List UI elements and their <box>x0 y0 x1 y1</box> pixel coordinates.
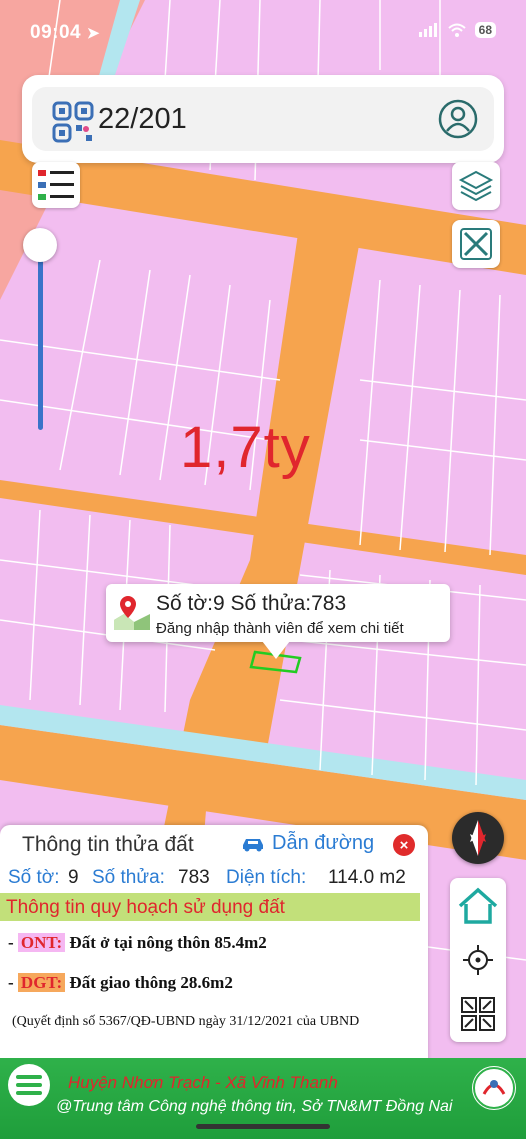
parcel-label: Số thửa: <box>92 867 165 888</box>
plan-code-dgt: DGT: <box>17 973 66 992</box>
user-icon[interactable] <box>438 99 478 139</box>
plan-item-text: Đất ở tại nông thôn 85.4m2 <box>65 933 267 952</box>
sheet-value: 9 <box>68 867 79 888</box>
price-annotation: 1,7ty <box>180 415 311 480</box>
search-field-container <box>32 87 494 151</box>
layers-button[interactable] <box>452 162 500 210</box>
sheet-label: Số tờ: <box>8 867 60 888</box>
signal-icon <box>418 23 437 37</box>
crosshair-icon <box>463 945 493 975</box>
legend-list-icon <box>38 170 74 200</box>
zoom-slider-knob[interactable] <box>23 228 57 262</box>
directions-label: Dẫn đường <box>272 832 375 854</box>
location-arrow-icon: ➤ <box>86 25 100 42</box>
plan-item-text: Đất giao thông 28.6m2 <box>65 973 233 992</box>
parcel-value: 783 <box>178 867 210 888</box>
wifi-icon <box>447 23 466 37</box>
status-time: 09:04 ➤ <box>30 22 100 44</box>
area-label: Diện tích: <box>226 867 307 888</box>
plan-item-prefix: - <box>8 933 18 952</box>
area-value: 114.0 m2 <box>328 867 406 888</box>
home-icon <box>458 887 498 924</box>
qr-code-icon[interactable] <box>52 101 96 145</box>
parcel-info-panel: Thông tin thửa đất Dẫn đường × Số tờ: 9 … <box>0 825 428 1065</box>
close-panel-button[interactable]: × <box>393 834 415 856</box>
hamburger-menu-icon <box>16 1075 42 1095</box>
map-controls-panel <box>450 878 506 1042</box>
parcel-popup[interactable]: Số tờ:9 Số thửa:783 Đăng nhập thành viên… <box>106 584 450 642</box>
decision-note: (Quyết định số 5367/QĐ-UBND ngày 31/12/2… <box>12 1014 360 1029</box>
footer-location: Huyện Nhơn Trạch - Xã Vĩnh Thanh <box>68 1073 338 1092</box>
car-icon <box>243 838 263 851</box>
plan-item-ont: - ONT: Đất ở tại nông thôn 85.4m2 <box>8 933 267 953</box>
popup-pointer <box>262 641 290 659</box>
ruler-button[interactable] <box>452 220 500 268</box>
plan-item-dgt: - DGT: Đất giao thông 28.6m2 <box>8 973 233 993</box>
compass-icon <box>470 820 486 856</box>
zoom-slider-track[interactable] <box>38 248 43 430</box>
status-bar: 09:04 ➤ 68 <box>0 0 526 60</box>
status-indicators: 68 <box>418 22 496 38</box>
organization-logo-icon <box>472 1066 516 1110</box>
expand-icon <box>461 997 495 1031</box>
locate-button[interactable] <box>454 936 502 984</box>
clock-text: 09:04 <box>30 22 82 43</box>
compass-button[interactable] <box>452 812 504 864</box>
panel-title: Thông tin thửa đất <box>22 833 194 856</box>
battery-indicator: 68 <box>474 22 496 38</box>
ruler-icon <box>460 228 492 260</box>
popup-title: Số tờ:9 Số thửa:783 <box>156 592 347 615</box>
legend-button[interactable] <box>32 162 80 208</box>
fullscreen-button[interactable] <box>454 990 502 1038</box>
search-bar <box>22 75 504 163</box>
search-input[interactable] <box>98 103 398 136</box>
map-pin-icon <box>114 596 150 630</box>
plan-code-ont: ONT: <box>17 933 66 952</box>
menu-button[interactable] <box>8 1064 50 1106</box>
land-use-plan-header: Thông tin quy hoạch sử dụng đất <box>0 893 420 921</box>
layers-icon <box>458 170 494 202</box>
footer-copyright: @Trung tâm Công nghệ thông tin, Sở TN&MT… <box>56 1098 453 1115</box>
home-indicator[interactable] <box>196 1124 330 1129</box>
popup-subtitle[interactable]: Đăng nhập thành viên để xem chi tiết <box>156 620 404 637</box>
directions-button[interactable]: Dẫn đường <box>240 832 374 855</box>
plan-item-prefix: - <box>8 973 18 992</box>
home-button[interactable] <box>454 882 502 930</box>
parcel-summary-row: Số tờ: 9 Số thửa: 783 Diện tích: 114.0 m… <box>8 867 420 891</box>
